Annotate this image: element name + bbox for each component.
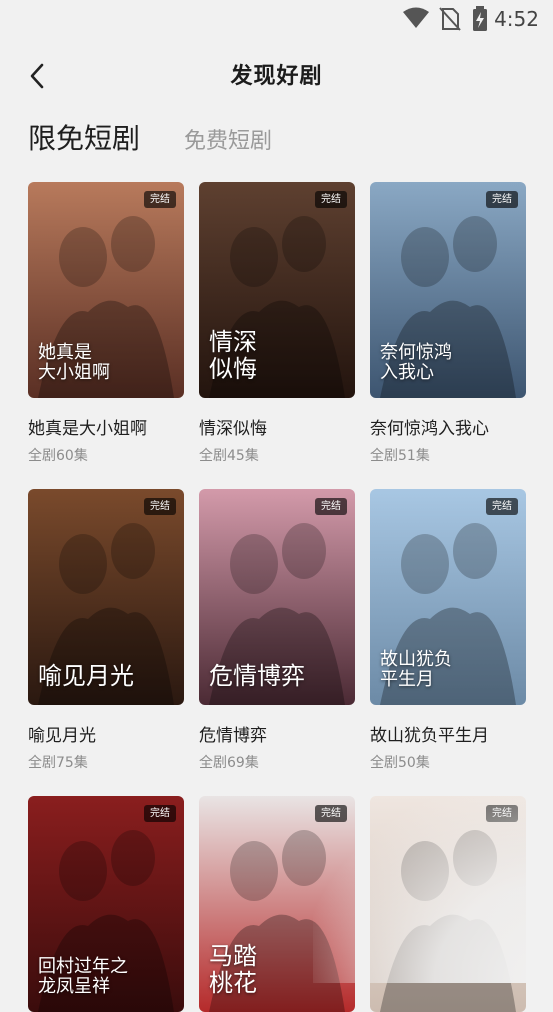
drama-poster[interactable]: 完结她真是 大小姐啊	[28, 182, 184, 398]
episode-count: 全剧75集	[28, 755, 88, 771]
status-badge: 完结	[315, 805, 347, 822]
drama-card[interactable]: 完结	[370, 796, 526, 1012]
status-badge: 完结	[144, 498, 176, 515]
poster-title-art: 故山犹负 平生月	[380, 648, 452, 691]
drama-poster[interactable]: 完结回村过年之 龙凤呈祥	[28, 796, 184, 1012]
drama-poster[interactable]: 完结危情博弈	[199, 489, 355, 705]
episode-count: 全剧51集	[370, 448, 430, 464]
drama-card[interactable]: 完结情深 似悔情深似悔全剧45集	[199, 182, 355, 464]
poster-title-art: 马踏 桃花	[209, 941, 257, 998]
status-time: 4:52	[494, 7, 539, 31]
status-badge: 完结	[486, 805, 518, 822]
poster-title-art: 奈何惊鸿 入我心	[380, 341, 452, 384]
drama-title: 奈何惊鸿入我心	[370, 419, 489, 439]
drama-card[interactable]: 完结故山犹负 平生月故山犹负平生月全剧50集	[370, 489, 526, 771]
drama-card[interactable]: 完结马踏 桃花	[199, 796, 355, 1012]
drama-title: 喻见月光	[28, 726, 96, 746]
status-badge: 完结	[315, 498, 347, 515]
episode-count: 全剧60集	[28, 448, 88, 464]
drama-title: 故山犹负平生月	[370, 726, 489, 746]
drama-poster[interactable]: 完结情深 似悔	[199, 182, 355, 398]
status-badge: 完结	[315, 191, 347, 208]
episode-count: 全剧50集	[370, 755, 430, 771]
status-badge: 完结	[486, 498, 518, 515]
drama-poster[interactable]: 完结	[370, 796, 526, 1012]
drama-card[interactable]: 完结奈何惊鸿 入我心奈何惊鸿入我心全剧51集	[370, 182, 526, 464]
tab-limited-free[interactable]: 限免短剧	[28, 117, 140, 157]
status-badge: 完结	[486, 191, 518, 208]
poster-title-art: 她真是 大小姐啊	[38, 341, 110, 384]
drama-poster[interactable]: 完结故山犹负 平生月	[370, 489, 526, 705]
drama-title: 她真是大小姐啊	[28, 419, 147, 439]
status-badge: 完结	[144, 805, 176, 822]
page-title: 发现好剧	[230, 64, 323, 89]
poster-title-art: 危情博弈	[209, 662, 305, 691]
poster-title-art: 回村过年之 龙凤呈祥	[38, 955, 128, 998]
status-badge: 完结	[144, 191, 176, 208]
poster-title-art: 情深 似悔	[209, 327, 257, 384]
drama-poster[interactable]: 完结马踏 桃花	[199, 796, 355, 1012]
episode-count: 全剧69集	[199, 755, 259, 771]
episode-count: 全剧45集	[199, 448, 259, 464]
drama-title: 情深似悔	[199, 419, 267, 439]
poster-title-art: 喻见月光	[38, 662, 134, 691]
drama-title: 危情博弈	[199, 726, 267, 746]
drama-card[interactable]: 完结她真是 大小姐啊她真是大小姐啊全剧60集	[28, 182, 184, 464]
status-bar: 4:52	[0, 0, 553, 38]
header: 发现好剧	[0, 52, 553, 100]
tab-free[interactable]: 免费短剧	[184, 123, 272, 155]
drama-card[interactable]: 完结 喻见月光 喻见月光 全剧75集	[28, 489, 184, 771]
battery-charging-icon	[473, 6, 487, 31]
drama-card[interactable]: 完结回村过年之 龙凤呈祥	[28, 796, 184, 1012]
drama-poster[interactable]: 完结奈何惊鸿 入我心	[370, 182, 526, 398]
no-sim-icon	[439, 7, 461, 31]
wifi-icon	[403, 7, 429, 28]
drama-card[interactable]: 完结 危情博弈 危情博弈 全剧69集	[199, 489, 355, 771]
drama-poster[interactable]: 完结喻见月光	[28, 489, 184, 705]
